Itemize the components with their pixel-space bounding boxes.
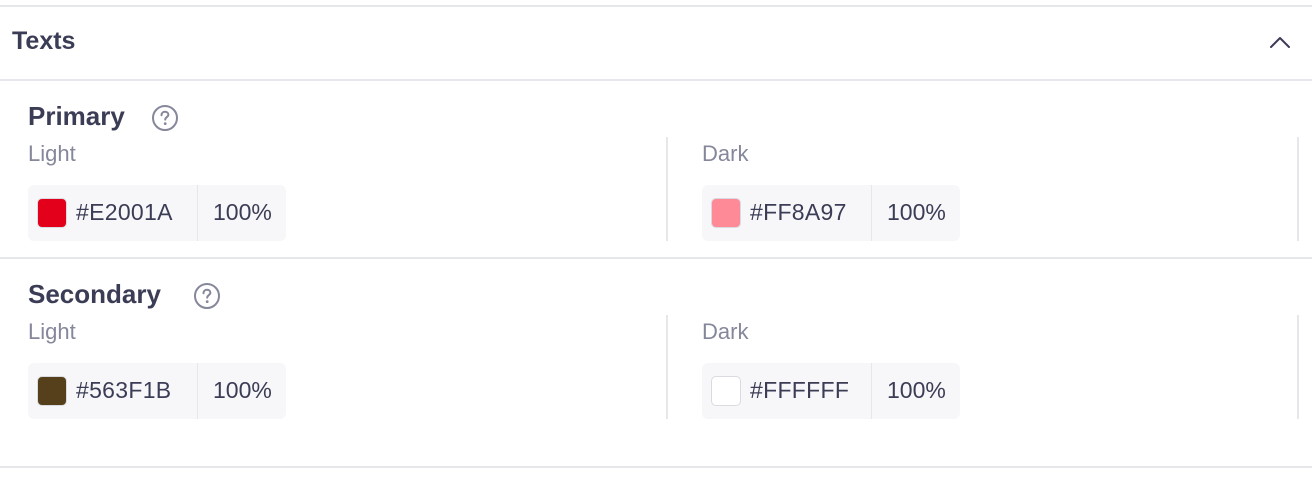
hex-value[interactable]: #563F1B: [76, 377, 171, 404]
dark-label: Dark: [702, 319, 749, 344]
opacity-value[interactable]: 100%: [213, 377, 272, 404]
chip-divider: [197, 363, 198, 419]
hex-value[interactable]: #E2001A: [76, 199, 173, 226]
panel-title: Texts: [12, 27, 76, 55]
secondary-dark-color-picker[interactable]: #FFFFFF 100%: [702, 363, 960, 419]
column-divider: [1297, 137, 1299, 241]
texts-panel-header[interactable]: Texts: [0, 7, 1312, 80]
color-swatch[interactable]: [37, 198, 67, 228]
section-divider: [0, 257, 1312, 259]
secondary-light-color-picker[interactable]: #563F1B 100%: [28, 363, 286, 419]
question-circle-icon[interactable]: [151, 104, 179, 132]
primary-light-color-picker[interactable]: #E2001A 100%: [28, 185, 286, 241]
light-label: Light: [28, 319, 76, 344]
opacity-value[interactable]: 100%: [887, 377, 946, 404]
color-swatch[interactable]: [711, 376, 741, 406]
header-divider: [0, 79, 1312, 81]
color-swatch[interactable]: [711, 198, 741, 228]
bottom-divider: [0, 466, 1312, 468]
opacity-value[interactable]: 100%: [887, 199, 946, 226]
color-swatch[interactable]: [37, 376, 67, 406]
chip-divider: [197, 185, 198, 241]
chevron-up-icon[interactable]: [1266, 29, 1294, 57]
light-label: Light: [28, 141, 76, 166]
section-title-primary: Primary: [28, 101, 125, 131]
section-title-secondary: Secondary: [28, 279, 161, 309]
secondary-section: Secondary Light #563F1B 100% Dark #FFFFF…: [0, 279, 1312, 429]
dark-label: Dark: [702, 141, 749, 166]
primary-section: Primary Light #E2001A 100% Dark #FF8A97 …: [0, 101, 1312, 251]
opacity-value[interactable]: 100%: [213, 199, 272, 226]
column-divider: [666, 315, 668, 419]
primary-dark-color-picker[interactable]: #FF8A97 100%: [702, 185, 960, 241]
question-circle-icon[interactable]: [193, 282, 221, 310]
column-divider: [1297, 315, 1299, 419]
hex-value[interactable]: #FFFFFF: [750, 377, 849, 404]
chip-divider: [871, 185, 872, 241]
hex-value[interactable]: #FF8A97: [750, 199, 847, 226]
chip-divider: [871, 363, 872, 419]
column-divider: [666, 137, 668, 241]
